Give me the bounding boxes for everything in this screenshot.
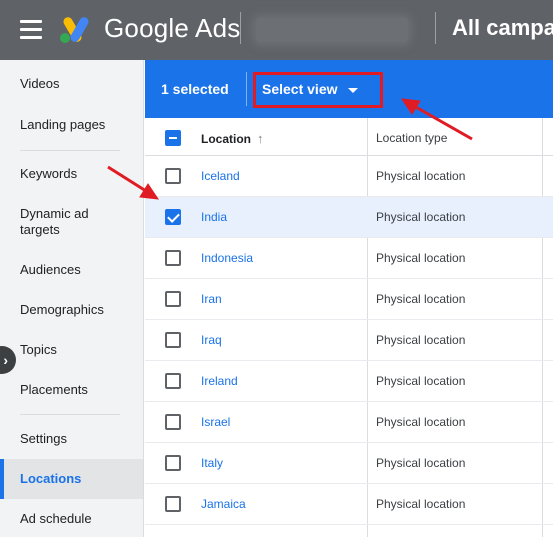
sidebar-item-landing-pages[interactable]: Landing pages	[0, 117, 143, 133]
location-link[interactable]: Italy	[201, 456, 223, 470]
row-checkbox[interactable]	[165, 291, 181, 307]
table-row: Indonesia Physical location	[145, 238, 553, 279]
select-view-label: Select view	[262, 81, 338, 97]
sidebar-item-settings[interactable]: Settings	[0, 431, 143, 447]
sidebar-item-dynamic-ad-targets[interactable]: Dynamic ad targets	[0, 206, 120, 238]
table-row: Israel Physical location	[145, 402, 553, 443]
location-type-cell: Physical location	[376, 456, 466, 470]
row-checkbox[interactable]	[165, 373, 181, 389]
selected-count: 1 selected	[161, 81, 229, 97]
google-ads-logo	[60, 17, 89, 43]
table-row: Italy Physical location	[145, 443, 553, 484]
table-row: Jamaica Physical location	[145, 484, 553, 525]
row-checkbox[interactable]	[165, 168, 181, 184]
sidebar-item-topics[interactable]: Topics	[0, 342, 143, 358]
sidebar-item-audiences[interactable]: Audiences	[0, 262, 143, 278]
locations-table: Location ↑ Location type Iceland Physical…	[145, 118, 553, 537]
selection-toolbar: 1 selected Select view	[145, 60, 553, 118]
row-checkbox[interactable]	[165, 414, 181, 430]
column-header-location[interactable]: Location ↑	[201, 131, 264, 146]
location-link[interactable]: Ireland	[201, 374, 238, 388]
location-link[interactable]: India	[201, 210, 227, 224]
location-type-cell: Physical location	[376, 251, 466, 265]
caret-down-icon	[347, 87, 358, 93]
sidebar-item-placements[interactable]: Placements	[0, 382, 143, 398]
select-view-dropdown[interactable]: Select view	[262, 81, 358, 97]
account-name-redacted[interactable]	[256, 18, 408, 42]
row-checkbox[interactable]	[165, 455, 181, 471]
table-header: Location ↑ Location type	[145, 118, 553, 156]
location-type-cell: Physical location	[376, 333, 466, 347]
hamburger-menu-icon[interactable]	[20, 20, 42, 40]
location-type-cell: Physical location	[376, 497, 466, 511]
location-type-cell: Physical location	[376, 210, 466, 224]
row-checkbox[interactable]	[165, 209, 181, 225]
location-type-cell: Physical location	[376, 169, 466, 183]
page-title: All campai	[452, 15, 553, 40]
sidebar-item-locations[interactable]: Locations	[0, 459, 143, 499]
location-type-cell: Physical location	[376, 415, 466, 429]
location-link[interactable]: Iceland	[201, 169, 240, 183]
location-type-cell: Physical location	[376, 374, 466, 388]
header-divider	[435, 12, 436, 44]
sidebar-item-keywords[interactable]: Keywords	[0, 166, 143, 182]
row-checkbox[interactable]	[165, 332, 181, 348]
table-row: Ireland Physical location	[145, 361, 553, 402]
column-header-location-type[interactable]: Location type	[376, 131, 447, 145]
table-row: Iran Physical location	[145, 279, 553, 320]
product-name: Google Ads	[104, 13, 241, 43]
location-link[interactable]: Indonesia	[201, 251, 253, 265]
table-row: Iceland Physical location	[145, 156, 553, 197]
table-row: India Physical location	[145, 197, 553, 238]
location-link[interactable]: Jamaica	[201, 497, 246, 511]
select-all-checkbox[interactable]	[165, 130, 181, 146]
location-type-cell: Physical location	[376, 292, 466, 306]
row-checkbox[interactable]	[165, 496, 181, 512]
sidebar-divider	[20, 414, 120, 415]
sidebar-item-demographics[interactable]: Demographics	[0, 302, 143, 318]
sidebar-nav: Videos Landing pages Keywords Dynamic ad…	[0, 60, 144, 537]
toolbar-divider	[246, 72, 247, 106]
sidebar-item-ad-schedule[interactable]: Ad schedule	[0, 511, 143, 527]
location-link[interactable]: Iran	[201, 292, 222, 306]
location-link[interactable]: Iraq	[201, 333, 222, 347]
sidebar-item-videos[interactable]: Videos	[0, 76, 143, 92]
sidebar-divider	[20, 150, 120, 151]
table-row: Iraq Physical location	[145, 320, 553, 361]
location-link[interactable]: Israel	[201, 415, 230, 429]
sort-arrow-up-icon: ↑	[257, 131, 264, 146]
row-checkbox[interactable]	[165, 250, 181, 266]
top-app-bar: Google Ads All campai	[0, 0, 553, 60]
header-divider	[240, 12, 241, 44]
